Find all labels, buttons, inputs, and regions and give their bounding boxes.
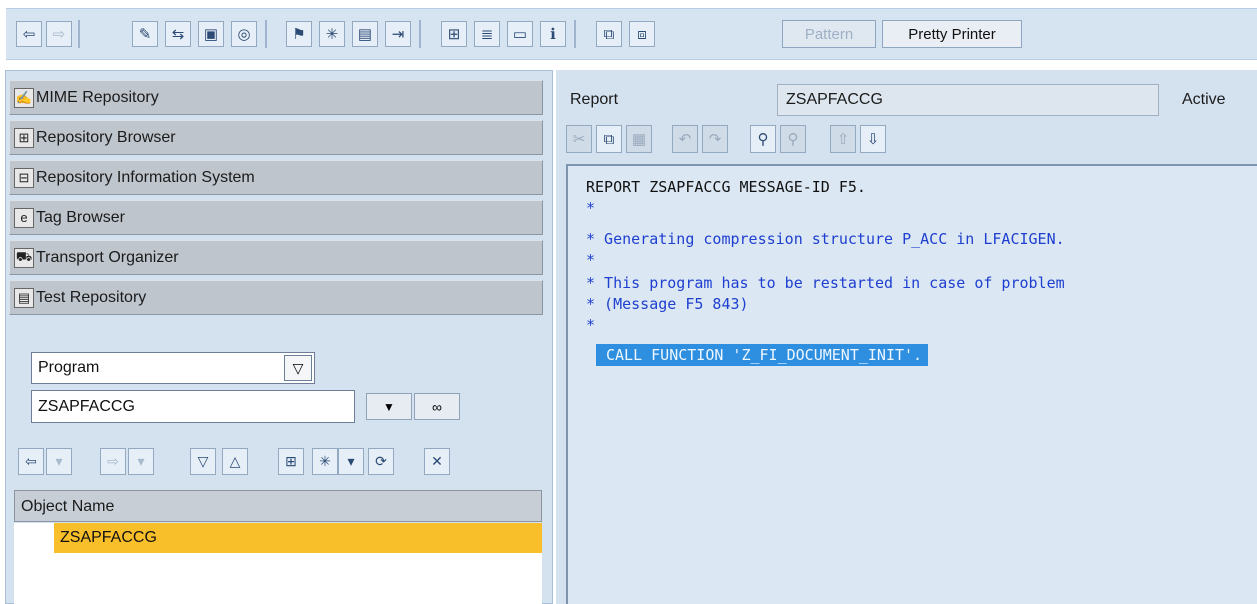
source-code-editor[interactable]: REPORT ZSAPFACCG MESSAGE-ID F5. * * Gene… xyxy=(566,164,1257,604)
mime-icon: ✍ xyxy=(14,87,34,108)
nav-item-repository-information-system[interactable]: ⊟ Repository Information System xyxy=(9,160,543,195)
code-line[interactable]: * xyxy=(586,199,595,217)
upload-icon[interactable]: ⇧ xyxy=(830,125,856,153)
object-type-select[interactable]: Program xyxy=(31,352,315,384)
tree-body xyxy=(14,553,542,604)
pattern-button[interactable]: Pattern xyxy=(782,20,876,48)
back-icon[interactable]: ⇦ xyxy=(16,21,42,47)
glasses-icon[interactable]: ∞ xyxy=(414,393,460,420)
mark-icon[interactable]: ✳ xyxy=(312,448,338,475)
application-toolbar: ⇦ ⇨ ✎ ⇆ ▣ ◎ ⚑ ✳ ▤ ⇥ ⊞ ≣ ▭ ℹ ⧉ ⧈ Pattern … xyxy=(0,0,1257,66)
display-change-icon[interactable]: ✎ xyxy=(132,21,158,47)
nav-item-label: Repository Browser xyxy=(36,128,176,146)
code-line[interactable]: * xyxy=(586,251,595,269)
code-line[interactable]: * xyxy=(586,316,595,334)
copy-object-icon[interactable]: ⧉ xyxy=(596,21,622,47)
nav-item-tag-browser[interactable]: e Tag Browser xyxy=(9,200,543,235)
object-list-icon[interactable]: ≣ xyxy=(474,21,500,47)
display-object-list-icon[interactable]: ⇥ xyxy=(385,21,411,47)
back-icon[interactable]: ⇦ xyxy=(18,448,44,475)
toolbar-separator xyxy=(574,20,576,48)
back-menu-icon[interactable]: ▾ xyxy=(46,448,72,475)
code-line[interactable]: * Generating compression structure P_ACC… xyxy=(586,230,1065,248)
collapse-all-icon[interactable]: △ xyxy=(222,448,248,475)
find-next-icon[interactable]: ⚲ xyxy=(780,125,806,153)
info-icon[interactable]: ℹ xyxy=(540,21,566,47)
refresh-icon[interactable]: ⟳ xyxy=(368,448,394,475)
code-line-selected[interactable]: CALL FUNCTION 'Z_FI_DOCUMENT_INIT'. xyxy=(596,344,929,366)
forward-icon[interactable]: ⇨ xyxy=(46,21,72,47)
nav-item-label: Test Repository xyxy=(36,288,147,306)
hierarchy-icon[interactable]: ⊞ xyxy=(278,448,304,475)
copy-icon[interactable]: ⧉ xyxy=(596,125,622,153)
report-label: Report xyxy=(570,91,619,108)
object-name-input[interactable]: ZSAPFACCG xyxy=(31,390,355,423)
mark-menu-icon[interactable]: ▾ xyxy=(338,448,364,475)
paste-icon[interactable]: ▦ xyxy=(626,125,652,153)
other-object-icon[interactable]: ▣ xyxy=(198,21,224,47)
nav-item-label: Tag Browser xyxy=(36,208,125,226)
close-icon[interactable]: ✕ xyxy=(424,448,450,475)
nav-item-test-repository[interactable]: ▤ Test Repository xyxy=(9,280,543,315)
toolbar-separator xyxy=(419,20,421,48)
tree-node-selected[interactable]: ZSAPFACCG xyxy=(54,523,542,553)
status-label: Active xyxy=(1182,91,1226,108)
nav-item-label: Repository Information System xyxy=(36,168,255,186)
truck-icon: ⛟ xyxy=(14,247,34,268)
nav-item-repository-browser[interactable]: ⊞ Repository Browser xyxy=(9,120,543,155)
display-dropdown-button[interactable]: ▼ xyxy=(366,393,412,420)
nav-item-label: MIME Repository xyxy=(36,88,159,106)
code-line[interactable]: * (Message F5 843) xyxy=(586,295,749,313)
toolbar-separator xyxy=(265,20,267,48)
chevron-down-icon[interactable]: ▽ xyxy=(284,355,312,381)
test-icon[interactable]: ▤ xyxy=(352,21,378,47)
code-line[interactable]: REPORT ZSAPFACCG MESSAGE-ID F5. xyxy=(586,178,866,196)
undo-icon[interactable]: ↶ xyxy=(672,125,698,153)
download-icon[interactable]: ⇩ xyxy=(860,125,886,153)
find-icon[interactable]: ⚲ xyxy=(750,125,776,153)
tree-row[interactable]: ZSAPFACCG xyxy=(14,523,542,553)
split-screen-icon[interactable]: ▭ xyxy=(507,21,533,47)
report-name-field: ZSAPFACCG xyxy=(777,84,1159,116)
nav-item-mime-repository[interactable]: ✍ MIME Repository xyxy=(9,80,543,115)
paste-object-icon[interactable]: ⧈ xyxy=(629,21,655,47)
activate-icon[interactable]: ⚑ xyxy=(286,21,312,47)
nav-item-label: Transport Organizer xyxy=(36,248,179,266)
tree-column-header: Object Name xyxy=(14,490,542,522)
forward-menu-icon[interactable]: ▾ xyxy=(128,448,154,475)
active-inactive-icon[interactable]: ⇆ xyxy=(165,21,191,47)
info-system-icon: ⊟ xyxy=(14,167,34,188)
expand-all-icon[interactable]: ▽ xyxy=(190,448,216,475)
cut-icon[interactable]: ✂ xyxy=(566,125,592,153)
where-used-icon[interactable]: ✳ xyxy=(319,21,345,47)
pretty-printer-button[interactable]: Pretty Printer xyxy=(882,20,1022,48)
repository-browser-icon: ⊞ xyxy=(14,127,34,148)
forward-icon[interactable]: ⇨ xyxy=(100,448,126,475)
navigation-window-icon[interactable]: ⊞ xyxy=(441,21,467,47)
check-icon[interactable]: ◎ xyxy=(231,21,257,47)
redo-icon[interactable]: ↷ xyxy=(702,125,728,153)
code-line[interactable]: * This program has to be restarted in ca… xyxy=(586,274,1065,292)
toolbar-separator xyxy=(78,20,80,48)
tag-browser-icon: e xyxy=(14,207,34,228)
nav-item-transport-organizer[interactable]: ⛟ Transport Organizer xyxy=(9,240,543,275)
test-repository-icon: ▤ xyxy=(14,287,34,308)
